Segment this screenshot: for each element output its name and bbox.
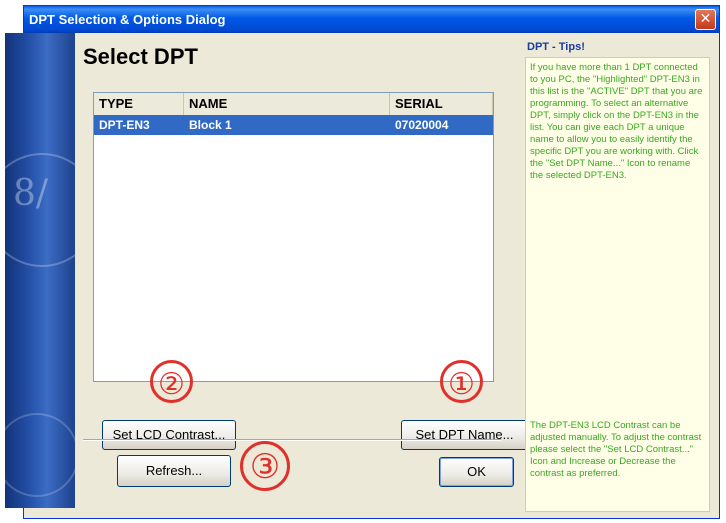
window-title: DPT Selection & Options Dialog — [29, 12, 226, 27]
tip-dpt-selection: If you have more than 1 DPT connected to… — [530, 62, 703, 181]
cell-name: Block 1 — [189, 118, 232, 132]
page-title: Select DPT — [83, 44, 198, 69]
close-icon[interactable]: ✕ — [695, 9, 716, 30]
decorative-ring — [5, 413, 75, 497]
tips-panel: If you have more than 1 DPT connected to… — [525, 57, 710, 512]
callout-one: ① — [440, 360, 483, 403]
title-bar[interactable]: DPT Selection & Options Dialog ✕ — [24, 6, 719, 33]
dpt-list[interactable]: TYPE NAME SERIAL DPT-EN3 Block 1 0702000… — [93, 92, 494, 382]
list-header: TYPE NAME SERIAL — [94, 93, 493, 116]
ok-button[interactable]: OK — [439, 457, 514, 487]
callout-two: ② — [150, 360, 193, 403]
set-dpt-name-button[interactable]: Set DPT Name... — [401, 420, 528, 450]
set-lcd-contrast-button[interactable]: Set LCD Contrast... — [102, 420, 236, 450]
callout-three: ③ — [240, 441, 290, 491]
column-header-serial[interactable]: SERIAL — [390, 93, 493, 115]
column-header-name[interactable]: NAME — [184, 93, 390, 115]
column-header-type[interactable]: TYPE — [94, 93, 184, 115]
separator-line — [83, 439, 501, 441]
cell-type: DPT-EN3 — [99, 118, 150, 132]
refresh-button[interactable]: Refresh... — [117, 455, 231, 487]
decorative-glyph: 8/ — [13, 173, 49, 214]
cell-serial: 07020004 — [395, 118, 449, 132]
table-row[interactable]: DPT-EN3 Block 1 07020004 — [94, 115, 493, 135]
tips-title: DPT - Tips! — [527, 41, 585, 53]
tip-lcd-contrast: The DPT-EN3 LCD Contrast can be adjusted… — [530, 420, 702, 479]
decorative-sidebar: 8/ — [5, 33, 75, 508]
